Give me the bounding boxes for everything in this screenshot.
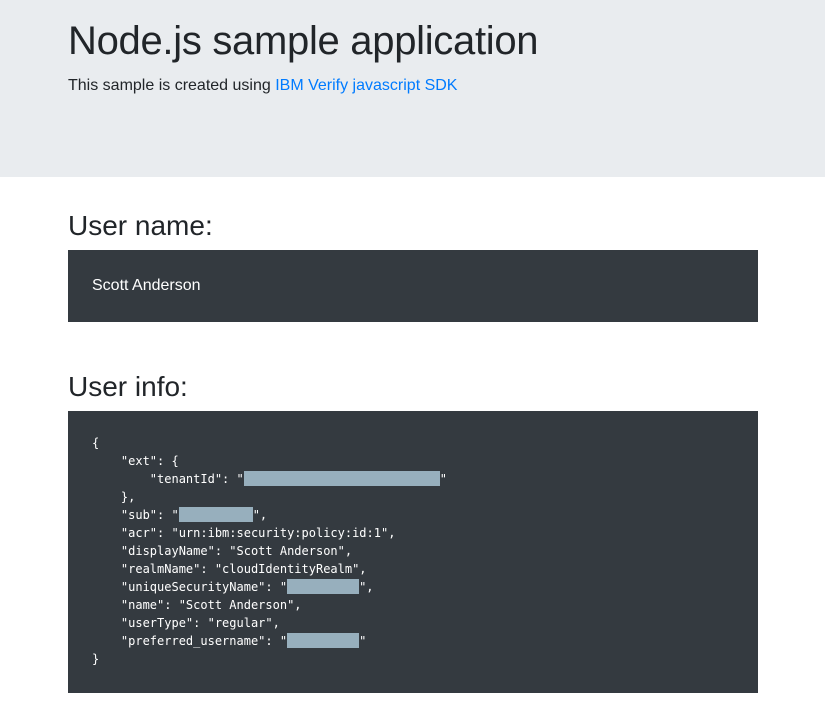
json-display-name: "displayName": "Scott Anderson", (92, 544, 353, 558)
json-sub-line: "sub": " ", (92, 506, 447, 524)
user-info-box: { "ext": { "tenantId": " " }, "sub": " ", … (68, 411, 758, 693)
redacted-unique-security-name (287, 579, 360, 594)
json-sub-key: "sub": " (92, 508, 179, 522)
json-ext-close: }, (92, 490, 136, 504)
json-tenant-key: "tenantId": " (92, 472, 244, 486)
json-unique-line: "uniqueSecurityName": " ", (92, 578, 447, 596)
json-realm-name: "realmName": "cloudIdentityRealm", (92, 562, 367, 576)
user-name-heading: User name: (68, 210, 213, 241)
json-close-brace: } (92, 652, 100, 666)
json-preferred-line: "preferred_username": " " (92, 632, 447, 650)
json-unique-key: "uniqueSecurityName": " (92, 580, 288, 594)
json-name: "name": "Scott Anderson", (92, 598, 302, 612)
json-preferred-end: " (359, 634, 367, 648)
json-tenant-line: "tenantId": " " (92, 470, 447, 488)
json-tenant-end: " (439, 472, 447, 486)
lead-text: This sample is created using (68, 77, 276, 94)
json-sub-end: ", (252, 508, 268, 522)
user-info-heading: User info: (68, 371, 188, 402)
json-acr: "acr": "urn:ibm:security:policy:id:1", (92, 526, 396, 540)
user-info-json: { "ext": { "tenantId": " " }, "sub": " ", … (92, 434, 447, 668)
json-unique-end: ", (359, 580, 374, 594)
header-jumbotron: Node.js sample application This sample i… (0, 0, 825, 177)
json-preferred-key: "preferred_username": " (92, 634, 288, 648)
redacted-preferred-username (287, 633, 360, 648)
json-ext-open: "ext": { (92, 454, 179, 468)
user-name-box: Scott Anderson (68, 250, 758, 322)
page-title: Node.js sample application (68, 19, 539, 63)
redacted-sub (178, 507, 253, 522)
sdk-description: This sample is created using IBM Verify … (68, 75, 457, 97)
json-open-brace: { (92, 436, 100, 450)
redacted-tenant-id (243, 471, 440, 486)
json-user-type: "userType": "regular", (92, 616, 280, 630)
user-name-value: Scott Anderson (92, 277, 201, 294)
sdk-link[interactable]: IBM Verify javascript SDK (275, 77, 457, 94)
